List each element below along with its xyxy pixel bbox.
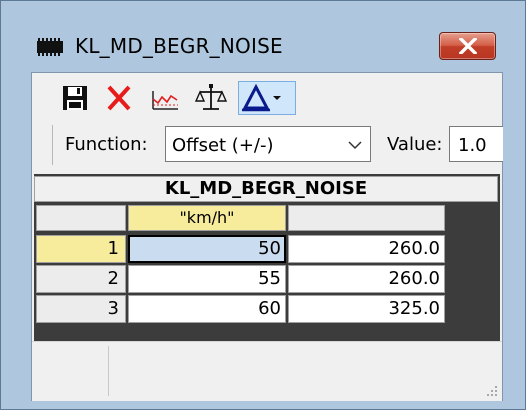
status-divider	[108, 346, 109, 396]
value-input[interactable]: 1.0	[449, 126, 503, 162]
value-label: Value:	[387, 134, 443, 155]
function-label: Function:	[65, 134, 148, 155]
client-area: Function: Offset (+/-) Value: 1.0 KL_MD_…	[31, 72, 503, 401]
compare-button[interactable]	[194, 81, 228, 115]
close-button[interactable]	[439, 32, 496, 60]
y-axis-header[interactable]	[288, 205, 445, 231]
x-value-cell-3[interactable]: 60	[128, 295, 286, 323]
row-header-3[interactable]: 3	[36, 295, 126, 323]
save-button[interactable]	[58, 81, 92, 115]
x-value-cell-1[interactable]: 50	[128, 235, 286, 263]
close-icon	[459, 38, 477, 54]
delete-button[interactable]	[102, 81, 136, 115]
y-value-cell-3[interactable]: 325.0	[288, 295, 445, 323]
corner-header	[36, 205, 126, 231]
value-input-text: 1.0	[458, 135, 487, 156]
delete-icon	[107, 85, 131, 111]
show-graph-button[interactable]	[148, 81, 182, 115]
table-title: KL_MD_BEGR_NOISE	[34, 176, 498, 202]
balance-scale-icon	[194, 84, 228, 110]
curve-table: KL_MD_BEGR_NOISE "km/h" 1 50 260.0 2 55 …	[34, 174, 500, 341]
delta-function-dropdown[interactable]	[238, 81, 296, 115]
toolbar	[32, 73, 502, 123]
resize-grip-icon[interactable]	[485, 384, 499, 398]
curve-editor-window: KL_MD_BEGR_NOISE Function: Offset (+/-) …	[0, 0, 526, 410]
y-value-cell-2[interactable]: 260.0	[288, 265, 445, 293]
window-title: KL_MD_BEGR_NOISE	[75, 34, 283, 58]
save-icon	[63, 86, 87, 110]
x-value-cell-2[interactable]: 55	[128, 265, 286, 293]
function-select[interactable]: Offset (+/-)	[165, 126, 371, 162]
y-value-cell-1[interactable]: 260.0	[288, 235, 445, 263]
status-bar	[32, 341, 502, 401]
x-axis-header[interactable]: "km/h"	[128, 205, 286, 231]
delta-dropdown-icon	[242, 83, 281, 112]
line-chart-icon	[152, 91, 178, 110]
chevron-down-icon	[348, 141, 362, 150]
memory-chip-icon	[35, 38, 65, 56]
row-header-1[interactable]: 1	[36, 235, 126, 263]
row-header-2[interactable]: 2	[36, 265, 126, 293]
function-select-value: Offset (+/-)	[172, 135, 274, 156]
function-bar: Function: Offset (+/-) Value: 1.0	[52, 125, 503, 165]
title-bar[interactable]: KL_MD_BEGR_NOISE	[1, 1, 525, 60]
